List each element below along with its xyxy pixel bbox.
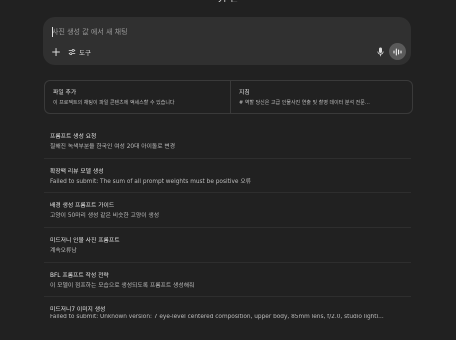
tools-button[interactable]: 도구 <box>68 46 91 58</box>
voice-mode-button[interactable] <box>389 43 406 60</box>
plus-icon: + <box>50 45 62 59</box>
microphone-icon <box>376 47 384 57</box>
card-title: 파일 추가 <box>53 90 77 96</box>
chat-preview: 고양이 50마리 생성 같은 비슷한 고양이 생성 <box>50 213 160 220</box>
chat-title: 프롬프트 생성 요청 <box>50 134 97 140</box>
chat-list-item[interactable]: 미드저니 인물 사진 프롬프트 계속오류남 <box>44 228 411 263</box>
project-chat-list: 프롬프트 생성 요청 칠해진 녹색부분을 한국인 여성 20대 아이돌로 변경 … <box>44 124 411 332</box>
chat-list-item[interactable]: 프롬프트 생성 요청 칠해진 녹색부분을 한국인 여성 20대 아이돌로 변경 <box>44 124 411 159</box>
chat-list-item[interactable]: BFL 프롬프트 작성 전략 이 모델이 점프하는 모습으로 생성되도록 프롬프… <box>44 263 411 298</box>
add-attachment-button[interactable]: + <box>50 46 62 58</box>
tools-label: 도구 <box>79 49 91 57</box>
chat-preview: Failed to submit: The sum of all prompt … <box>50 178 252 185</box>
card-title: 지침 <box>239 90 250 96</box>
card-description: 이 프로젝트의 채팅이 파일 콘텐츠에 액세스할 수 있습니다 <box>53 100 175 106</box>
chat-title: BFL 프롬프트 작성 전략 <box>50 272 109 279</box>
chat-list-item[interactable]: 확장팩 리뷰 모델 생성 Failed to submit: The sum o… <box>44 159 411 194</box>
project-page: 거 ㄴ 사진 생성 값 에서 새 채팅 + 도구 <box>0 0 456 340</box>
page-title-partial: 거 ㄴ <box>0 0 456 2</box>
chat-title: 확장팩 리뷰 모델 생성 <box>50 168 104 175</box>
chat-title: 배경 생성 프롬프트 가이드 <box>50 203 115 210</box>
card-description: # 역할 당신은 고급 인물사진 연출 및 촬영 데이터 분석 전문… <box>239 100 370 106</box>
chat-title: 미드저니7 이미지 생성 <box>50 307 106 314</box>
sliders-icon <box>68 49 76 55</box>
project-cards: 파일 추가 이 프로젝트의 채팅이 파일 콘텐츠에 액세스할 수 있습니다 지침… <box>44 80 413 114</box>
chat-preview: 이 모델이 점프하는 모습으로 생성되도록 프롬프트 생성해줘 <box>50 282 195 289</box>
instructions-card[interactable]: 지침 # 역할 당신은 고급 인물사진 연출 및 촬영 데이터 분석 전문… <box>231 81 412 113</box>
chat-composer[interactable]: 사진 생성 값 에서 새 채팅 + 도구 <box>43 17 411 65</box>
dictate-button[interactable] <box>375 46 385 58</box>
chat-preview: Failed to submit: Unknown version: 7 eye… <box>50 314 384 321</box>
chat-title: 미드저니 인물 사진 프롬프트 <box>50 238 120 245</box>
add-files-card[interactable]: 파일 추가 이 프로젝트의 채팅이 파일 콘텐츠에 액세스할 수 있습니다 <box>45 81 231 113</box>
chat-preview: 계속오류남 <box>50 248 77 255</box>
composer-input[interactable]: 사진 생성 값 에서 새 채팅 <box>52 26 392 38</box>
chat-list-item[interactable]: 미드저니7 이미지 생성 Failed to submit: Unknown v… <box>44 297 411 332</box>
waveform-icon <box>393 48 402 55</box>
chat-list-item[interactable]: 배경 생성 프롬프트 가이드 고양이 50마리 생성 같은 비슷한 고양이 생성 <box>44 193 411 229</box>
chat-preview: 칠해진 녹색부분을 한국인 여성 20대 아이돌로 변경 <box>50 144 176 150</box>
